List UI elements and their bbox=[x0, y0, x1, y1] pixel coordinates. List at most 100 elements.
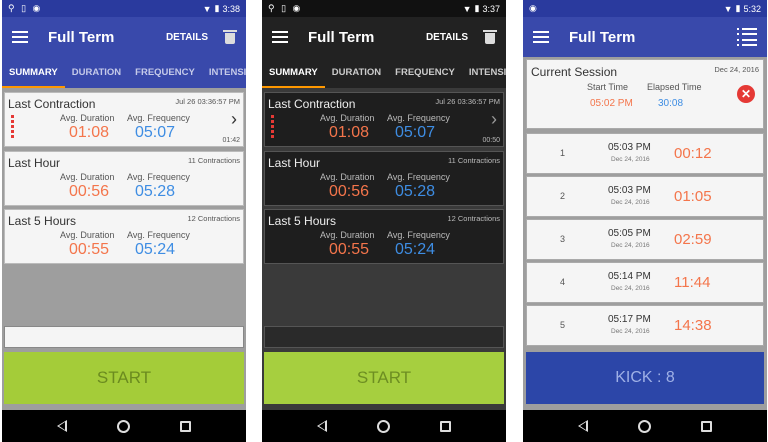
kick-elapsed: 11:44 bbox=[674, 274, 711, 291]
tab-bar: SUMMARY DURATION FREQUENCY INTENSIT bbox=[2, 57, 246, 88]
last-contraction-card[interactable]: Last Contraction Jul 26 03:36:57 PM Avg.… bbox=[4, 92, 244, 147]
kick-time: 05:17 PM bbox=[608, 314, 651, 325]
tab-frequency[interactable]: FREQUENCY bbox=[128, 57, 202, 88]
card-title: Last Contraction bbox=[268, 97, 356, 111]
contraction-count: 11 Contractions bbox=[448, 156, 500, 165]
elapsed-time-value: 30:08 bbox=[658, 98, 684, 109]
kick-number: 4 bbox=[560, 277, 566, 287]
card-title: Last 5 Hours bbox=[268, 214, 337, 228]
last-5-hours-card: Last 5 Hours 12 Contractions Avg. Durati… bbox=[4, 209, 244, 264]
avg-frequency-label: Avg. Frequency bbox=[127, 230, 190, 240]
tab-intensity[interactable]: INTENSIT bbox=[462, 57, 506, 88]
duration-value: 01:08 bbox=[329, 124, 370, 141]
system-nav-bar bbox=[2, 410, 246, 442]
list-item[interactable]: 4 05:14 PM Dec 24, 2016 11:44 bbox=[526, 262, 764, 303]
wifi-icon: ▼ bbox=[202, 3, 212, 14]
list-icon[interactable] bbox=[737, 28, 757, 46]
current-session-card: Current Session Dec 24, 2016 Start Time … bbox=[526, 59, 764, 129]
close-icon[interactable]: ✕ bbox=[737, 85, 755, 103]
list-item[interactable]: 3 05:05 PM Dec 24, 2016 02:59 bbox=[526, 219, 764, 260]
list-item[interactable]: 5 05:17 PM Dec 24, 2016 14:38 bbox=[526, 305, 764, 346]
tab-summary[interactable]: SUMMARY bbox=[2, 57, 65, 88]
battery-icon: ▮ bbox=[474, 3, 480, 13]
system-nav-bar bbox=[262, 410, 506, 442]
kick-button[interactable]: KICK : 8 bbox=[526, 352, 764, 404]
chevron-right-icon[interactable]: › bbox=[491, 109, 497, 130]
trash-icon[interactable] bbox=[223, 30, 237, 44]
app-bar: Full Term DETAILS bbox=[262, 17, 506, 57]
start-button[interactable]: START bbox=[264, 352, 504, 404]
note-input[interactable] bbox=[264, 326, 504, 348]
system-nav-bar bbox=[523, 410, 767, 442]
card-title: Last 5 Hours bbox=[8, 214, 77, 228]
tab-summary[interactable]: SUMMARY bbox=[262, 57, 325, 88]
last-5-hours-card: Last 5 Hours 12 Contractions Avg. Durati… bbox=[264, 209, 504, 264]
status-time: 3:38 bbox=[222, 3, 240, 14]
nav-back-icon[interactable] bbox=[57, 420, 67, 432]
kick-elapsed: 01:05 bbox=[674, 188, 712, 205]
kick-number: 5 bbox=[560, 320, 566, 330]
card-timestamp: Jul 26 03:36:57 PM bbox=[175, 97, 240, 106]
status-bar: ⚲ ▯ ◉ ▼ ▮ 3:38 bbox=[2, 0, 246, 17]
duration-value: 01:08 bbox=[69, 124, 110, 141]
avg-frequency-label: Avg. Frequency bbox=[127, 172, 190, 182]
list-item[interactable]: 1 05:03 PM Dec 24, 2016 00:12 bbox=[526, 133, 764, 174]
status-bar: ◉ ▼ ▮ 5:32 bbox=[523, 0, 767, 17]
tab-frequency[interactable]: FREQUENCY bbox=[388, 57, 462, 88]
card-title: Last Hour bbox=[8, 156, 61, 170]
wifi-icon: ▼ bbox=[462, 3, 472, 14]
avg-frequency-label: Avg. Frequency bbox=[387, 172, 450, 182]
nav-recent-icon[interactable] bbox=[180, 420, 191, 432]
nav-recent-icon[interactable] bbox=[440, 420, 451, 432]
list-item[interactable]: 2 05:03 PM Dec 24, 2016 01:05 bbox=[526, 176, 764, 217]
nav-back-icon[interactable] bbox=[317, 420, 327, 432]
nav-back-icon[interactable] bbox=[578, 420, 588, 432]
tab-intensity[interactable]: INTENSIT bbox=[202, 57, 246, 88]
kick-date: Dec 24, 2016 bbox=[611, 199, 650, 206]
kick-time: 05:03 PM bbox=[608, 185, 651, 196]
avg-duration-label: Avg. Duration bbox=[60, 172, 115, 182]
last-hour-card: Last Hour 11 Contractions Avg. Duration … bbox=[4, 151, 244, 206]
notification-icons: ◉ bbox=[529, 3, 539, 13]
session-date: Dec 24, 2016 bbox=[714, 65, 759, 74]
phone-summary-dark: ⚲ ▯ ◉ ▼ ▮ 3:37 Full Term DETAILS SUMMARY D… bbox=[262, 0, 506, 442]
start-button[interactable]: START bbox=[4, 352, 244, 404]
status-time: 3:37 bbox=[482, 3, 500, 14]
note-input[interactable] bbox=[4, 326, 244, 348]
frequency-value: 05:28 bbox=[395, 183, 436, 200]
duration-value: 00:56 bbox=[329, 183, 370, 200]
kick-elapsed: 00:12 bbox=[674, 145, 712, 162]
tab-bar: SUMMARY DURATION FREQUENCY INTENSIT bbox=[262, 57, 506, 88]
kick-time: 05:14 PM bbox=[608, 271, 651, 282]
menu-icon[interactable] bbox=[533, 31, 549, 43]
frequency-value: 05:24 bbox=[395, 241, 436, 258]
trash-icon[interactable] bbox=[483, 30, 497, 44]
nav-home-icon[interactable] bbox=[377, 419, 390, 433]
last-contraction-card[interactable]: Last Contraction Jul 26 03:36:57 PM Avg.… bbox=[264, 92, 504, 147]
details-button[interactable]: DETAILS bbox=[166, 32, 208, 43]
details-button[interactable]: DETAILS bbox=[426, 32, 468, 43]
battery-icon: ▮ bbox=[735, 3, 741, 13]
menu-icon[interactable] bbox=[272, 31, 288, 43]
intensity-dots-icon bbox=[11, 115, 14, 140]
wifi-icon: ▼ bbox=[723, 3, 733, 14]
battery-icon: ▮ bbox=[214, 3, 220, 13]
avg-duration-label: Avg. Duration bbox=[60, 230, 115, 240]
start-time-label: Start Time bbox=[587, 82, 629, 92]
nav-home-icon[interactable] bbox=[117, 419, 130, 433]
menu-icon[interactable] bbox=[12, 31, 28, 43]
contraction-count: 12 Contractions bbox=[447, 214, 500, 223]
app-title: Full Term bbox=[308, 28, 375, 46]
chevron-right-icon[interactable]: › bbox=[231, 109, 237, 130]
nav-home-icon[interactable] bbox=[638, 419, 651, 433]
tab-duration[interactable]: DURATION bbox=[325, 57, 388, 88]
kick-number: 3 bbox=[560, 234, 566, 244]
tab-duration[interactable]: DURATION bbox=[65, 57, 128, 88]
card-title: Last Hour bbox=[268, 156, 321, 170]
session-title: Current Session bbox=[531, 65, 618, 79]
nav-recent-icon[interactable] bbox=[701, 420, 712, 432]
status-bar: ⚲ ▯ ◉ ▼ ▮ 3:37 bbox=[262, 0, 506, 17]
last-hour-card: Last Hour 11 Contractions Avg. Duration … bbox=[264, 151, 504, 206]
kick-date: Dec 24, 2016 bbox=[611, 328, 650, 335]
start-time-value: 05:02 PM bbox=[590, 98, 633, 109]
